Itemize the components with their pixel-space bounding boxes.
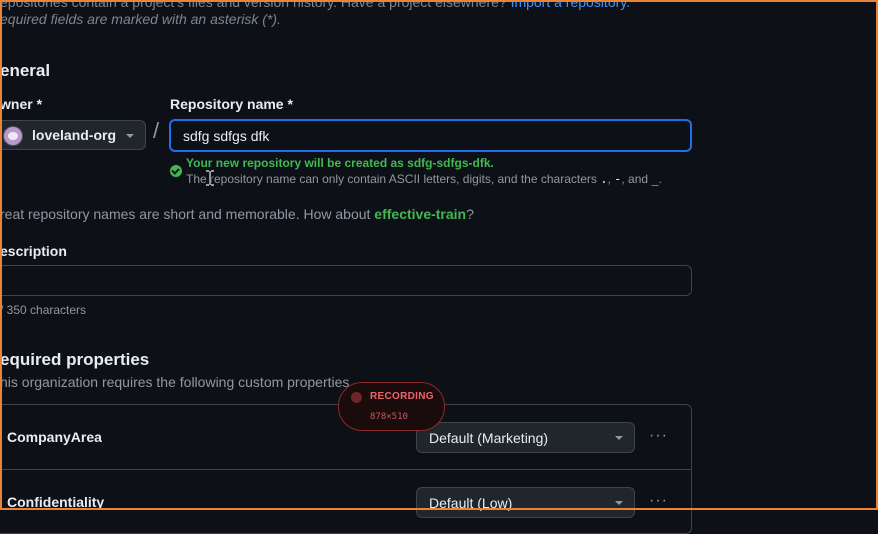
owner-name: loveland-org [32, 127, 117, 143]
description-label: escription [0, 243, 67, 259]
chevron-down-icon [615, 501, 623, 505]
intro-text: epositories contain a project's files an… [0, 0, 630, 10]
chevron-down-icon [126, 134, 134, 138]
recording-size: 878×510 [370, 412, 408, 422]
property-value-select[interactable]: Default (Marketing) [416, 422, 635, 453]
repo-name-hint: The repository name can only contain ASC… [186, 172, 662, 186]
owner-avatar [3, 126, 23, 146]
general-heading: eneral [0, 61, 51, 80]
chevron-down-icon [615, 436, 623, 440]
owner-repo-separator: / [153, 118, 160, 143]
kebab-horizontal-icon[interactable]: ··· [649, 428, 669, 447]
required-fields-note: equired fields are marked with an asteri… [0, 11, 281, 27]
description-char-count: / 350 characters [0, 303, 87, 317]
recording-label: RECORDING [370, 391, 434, 402]
import-repository-link[interactable]: Import a repository. [511, 0, 631, 10]
owner-dropdown[interactable]: loveland-org [0, 120, 146, 150]
name-suggestion: reat repository names are short and memo… [0, 206, 474, 222]
property-name: Confidentiality [7, 494, 105, 510]
text-cursor-icon [206, 170, 214, 186]
check-circle-icon [170, 165, 182, 177]
owner-label: wner * [0, 96, 43, 112]
repository-name-label: Repository name * [170, 96, 293, 112]
required-properties-description: his organization requires the following … [0, 374, 350, 390]
recording-indicator[interactable]: RECORDING 878×510 [338, 382, 445, 431]
property-value-select[interactable]: Default (Low) [416, 487, 635, 518]
record-dot-icon [351, 392, 362, 403]
property-name: CompanyArea [7, 429, 102, 445]
repository-name-input[interactable] [169, 119, 692, 152]
repo-name-success-message: Your new repository will be created as s… [186, 156, 494, 170]
row-divider [0, 469, 691, 470]
description-input[interactable] [0, 265, 692, 296]
suggested-name-link[interactable]: effective-train [374, 206, 466, 222]
required-properties-heading: equired properties [0, 350, 150, 369]
